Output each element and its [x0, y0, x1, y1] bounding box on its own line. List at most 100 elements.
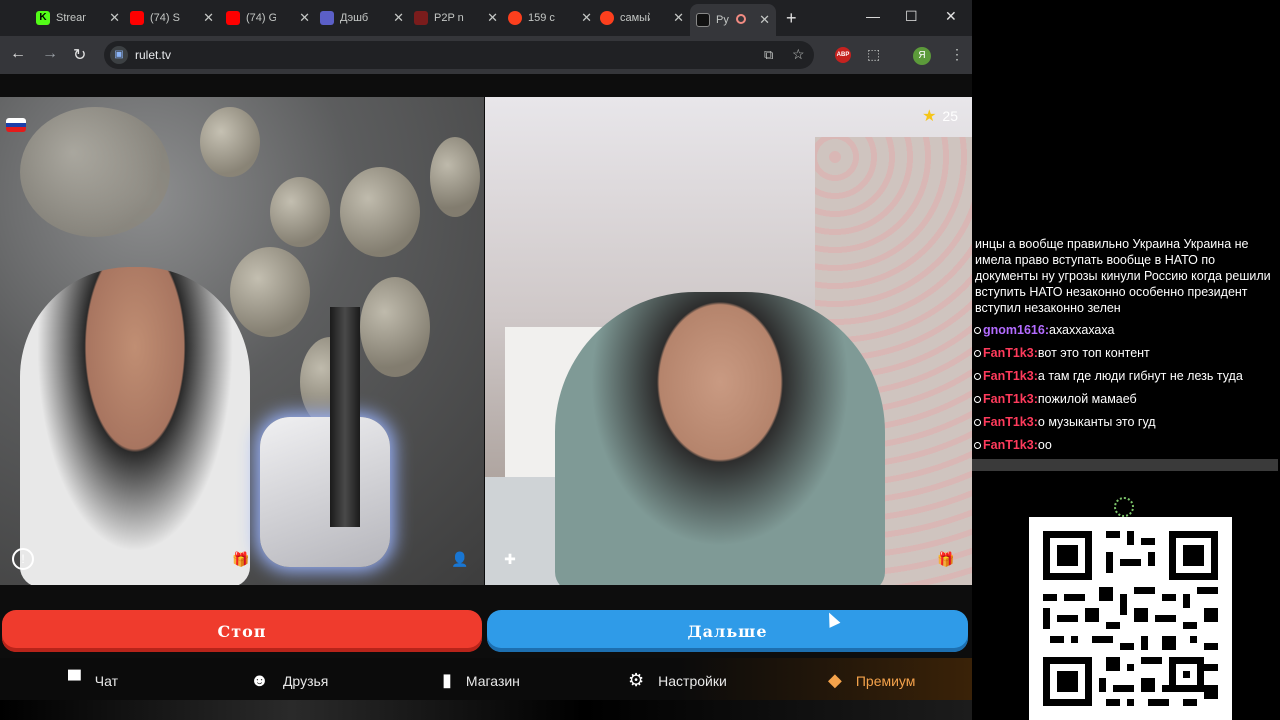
report-icon[interactable]: !: [12, 548, 34, 570]
chat-icon: ▀: [68, 670, 81, 690]
close-window-button[interactable]: ✕: [945, 8, 957, 25]
kick-icon: K: [36, 11, 50, 25]
close-icon[interactable]: ✕: [393, 10, 404, 26]
chat-message: gnom1616:ахаххахаха: [974, 323, 1114, 337]
menu-icon[interactable]: ⋮: [950, 46, 964, 63]
tab-strip: K Stream ✕ (74) SA ✕ (74) G ✕ Дэшб ✕ P2P…: [0, 0, 972, 36]
tab-title: (74) SA: [150, 12, 180, 24]
shop-icon: ▮: [442, 670, 452, 690]
streamer-figure: [20, 267, 250, 585]
tab-5[interactable]: P2P n ✕: [414, 6, 504, 30]
close-icon[interactable]: ✕: [581, 10, 592, 26]
youtube-icon: [226, 11, 240, 25]
extensions-icon[interactable]: ⬚: [867, 46, 880, 63]
next-button[interactable]: Дальше: [487, 610, 968, 652]
rulet-icon: [696, 13, 710, 27]
nav-chat[interactable]: ▀ Чат: [68, 670, 118, 691]
nav-label: Магазин: [465, 672, 520, 689]
badge-icon: [974, 327, 981, 335]
nav-friends[interactable]: ☻ Друзья: [250, 670, 328, 691]
forward-button[interactable]: →: [42, 45, 58, 63]
chat-message: FanT1k3:оо: [974, 438, 1052, 452]
close-icon[interactable]: ✕: [759, 12, 770, 28]
premium-icon: ◆: [828, 670, 842, 690]
loading-spinner-icon: [1114, 497, 1134, 517]
reload-button[interactable]: ↻: [73, 45, 86, 65]
tab-8-active[interactable]: Ру ✕: [690, 4, 776, 36]
chat-text: оо: [1037, 438, 1052, 452]
badge-icon: [974, 350, 981, 358]
profile-avatar[interactable]: Я: [913, 47, 931, 65]
tab-2[interactable]: (74) SA ✕: [130, 6, 220, 30]
nav-premium[interactable]: ◆ Премиум: [828, 670, 915, 691]
chat-text: о музыканты это гуд: [1037, 415, 1156, 429]
close-icon[interactable]: ✕: [299, 10, 310, 26]
close-icon[interactable]: ✕: [203, 10, 214, 26]
badge-icon: [974, 373, 981, 381]
close-icon[interactable]: ✕: [673, 10, 684, 26]
maximize-button[interactable]: ☐: [905, 8, 918, 25]
tab-7[interactable]: самый ✕: [600, 6, 690, 30]
chat-long-message: инцы а вообще правильно Украина Украина …: [975, 237, 1271, 315]
partner-figure: [555, 292, 885, 585]
youtube-icon: [130, 11, 144, 25]
chat-username: FanT1k3:: [983, 438, 1038, 452]
local-video: ! 🎁 👤: [0, 97, 484, 585]
nav-label: Чат: [94, 672, 118, 689]
chat-username: FanT1k3:: [983, 415, 1038, 429]
minimize-button[interactable]: —: [866, 8, 880, 24]
close-icon[interactable]: ✕: [487, 10, 498, 26]
chat-text: ахаххахаха: [1049, 323, 1115, 337]
page-content: ! 🎁 👤 ★ 25 ✚ 🎁 Стоп Дальше ▀ Чат ☻ Друзь…: [0, 74, 972, 720]
nav-label: Настройки: [658, 672, 727, 689]
tab-title: P2P n: [434, 12, 464, 24]
bookmark-star-icon[interactable]: ☆: [792, 46, 805, 63]
chat-input-bar: [972, 459, 1278, 471]
tab-3[interactable]: (74) G ✕: [226, 6, 316, 30]
tab-6[interactable]: 159 c ✕: [508, 6, 598, 30]
chat-text: вот это топ контент: [1037, 346, 1150, 360]
remote-video: ★ 25 ✚ 🎁: [485, 97, 972, 585]
new-tab-button[interactable]: +: [786, 8, 797, 29]
tab-1[interactable]: K Stream ✕: [36, 6, 126, 30]
url-text: rulet.tv: [135, 48, 172, 62]
address-bar[interactable]: ▣ rulet.tv ⧉ ☆: [104, 41, 814, 69]
chat-text: пожилой мамаеб: [1037, 392, 1137, 406]
nav-label: Друзья: [282, 672, 329, 689]
install-icon[interactable]: ⧉: [764, 47, 773, 63]
tab-title: 159 c: [528, 12, 555, 24]
chat-username: gnom1616:: [983, 323, 1049, 337]
gamepad-icon[interactable]: ✚: [499, 548, 521, 570]
nav-settings[interactable]: ⚙ Настройки: [628, 670, 727, 691]
camera-icon[interactable]: ▣: [110, 46, 128, 64]
tab-title: Stream: [56, 12, 86, 24]
qr-code: [1029, 517, 1232, 720]
badge-icon: [974, 396, 981, 404]
gift-icon[interactable]: 🎁: [935, 548, 957, 570]
nav-label: Премиум: [855, 672, 916, 689]
chat-message: FanT1k3:о музыканты это гуд: [974, 415, 1156, 429]
gift-icon[interactable]: 🎁: [230, 548, 252, 570]
chat-username: FanT1k3:: [983, 392, 1038, 406]
dashboard-icon: [320, 11, 334, 25]
star-icon: ★: [922, 108, 937, 125]
settings-icon: ⚙: [628, 670, 645, 690]
close-icon[interactable]: ✕: [109, 10, 120, 26]
chat-message: FanT1k3:пожилой мамаеб: [974, 392, 1137, 406]
tab-4[interactable]: Дэшб ✕: [320, 6, 410, 30]
friends-icon: ☻: [250, 670, 269, 690]
back-button[interactable]: ←: [10, 45, 26, 63]
chat-username: FanT1k3:: [983, 369, 1038, 383]
nav-shop[interactable]: ▮ Магазин: [442, 670, 520, 691]
adblock-icon[interactable]: ABP: [835, 47, 851, 63]
microphone: [260, 417, 390, 567]
chat-text: а там где люди гибнут не лезь туда: [1037, 369, 1243, 383]
chat-message: FanT1k3:а там где люди гибнут не лезь ту…: [974, 369, 1243, 383]
tab-title: Ру: [716, 14, 729, 26]
chat-message: FanT1k3:вот это топ контент: [974, 346, 1150, 360]
stop-button[interactable]: Стоп: [2, 610, 482, 652]
chat-username: FanT1k3:: [983, 346, 1038, 360]
stars-count: 25: [942, 108, 958, 124]
yandex-icon: [600, 11, 614, 25]
user-icon[interactable]: 👤: [449, 548, 471, 570]
